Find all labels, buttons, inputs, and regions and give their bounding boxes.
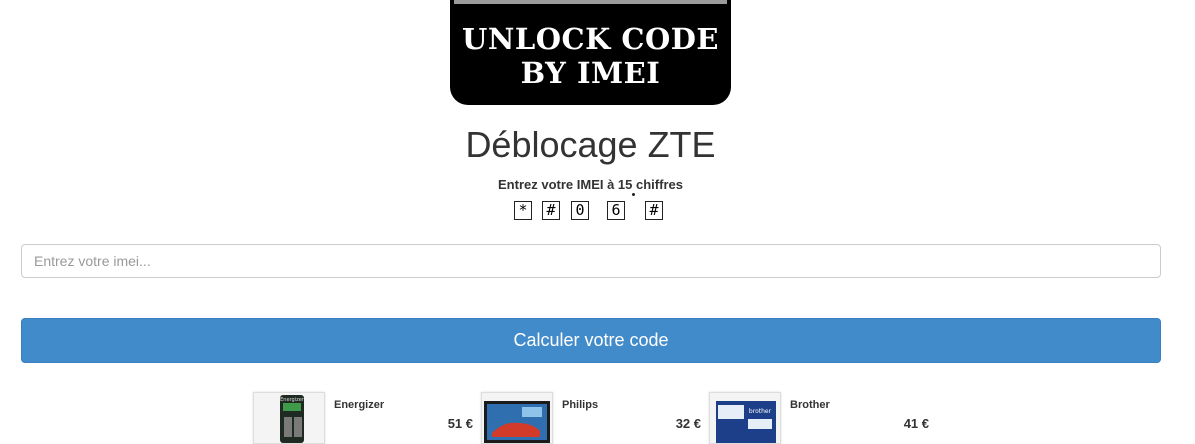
product-card-brother[interactable]: brother Brother 41 €	[709, 392, 939, 444]
key-star: *	[514, 201, 532, 220]
svg-text:Energizer: Energizer	[280, 397, 305, 403]
unlock-code-logo: UNLOCK CODE BY IMEI	[450, 0, 731, 105]
key-six: 6	[607, 201, 625, 220]
dot-mark	[632, 193, 635, 196]
logo-line-2: BY IMEI	[520, 56, 661, 90]
product-card-philips[interactable]: Philips 32 €	[481, 392, 711, 444]
svg-text:brother: brother	[749, 408, 772, 415]
key-hash: #	[542, 201, 560, 220]
key-zero: 0	[571, 201, 589, 220]
product-price: 51 €	[447, 416, 473, 431]
logo-top-bar	[454, 0, 727, 4]
printer-box-product-image[interactable]: brother	[709, 392, 781, 444]
product-price: 41 €	[903, 416, 929, 431]
product-card-energizer[interactable]: Energizer Energizer 51 €	[253, 392, 483, 444]
page-title: Déblocage ZTE	[465, 124, 716, 165]
imei-input[interactable]	[21, 244, 1161, 278]
logo-line-1: UNLOCK CODE	[462, 22, 719, 56]
calculate-code-button[interactable]: Calculer votre code	[21, 318, 1161, 363]
product-price: 32 €	[675, 416, 701, 431]
key-hash-end: #	[645, 201, 663, 220]
monitor-product-image[interactable]	[481, 392, 553, 444]
product-brand[interactable]: Philips	[562, 399, 598, 411]
product-brand[interactable]: Energizer	[334, 399, 384, 411]
product-brand[interactable]: Brother	[790, 399, 830, 411]
charger-product-image[interactable]: Energizer	[253, 392, 325, 444]
imei-hint: Entrez votre IMEI à 15 chiffres	[498, 177, 683, 192]
